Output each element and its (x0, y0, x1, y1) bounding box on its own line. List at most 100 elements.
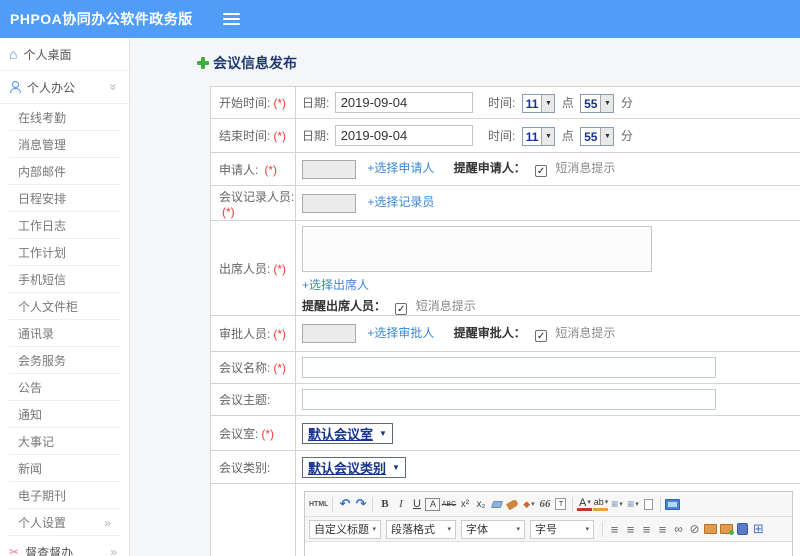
approver-input[interactable] (302, 324, 356, 344)
recorder-input[interactable] (302, 193, 356, 213)
sidebar-item-e-journal[interactable]: 电子期刊 (0, 482, 129, 509)
redo-icon[interactable]: ↷ (353, 495, 368, 513)
paint-format-icon[interactable]: ◆ ▾ (521, 495, 536, 513)
end-hour-select[interactable]: 11 ▼ (521, 127, 556, 147)
minute-unit: 分 (620, 128, 633, 143)
start-date-input[interactable] (334, 91, 473, 113)
sidebar-item-label: 个人桌面 (23, 47, 72, 62)
remove-link-icon[interactable]: ⊘ (687, 520, 702, 538)
sms-checkbox[interactable]: ✓ (535, 165, 548, 178)
dropdown-arrow-icon: ▼ (600, 128, 614, 146)
sidebar-item-supervision[interactable]: ✂ 督查督办 » (0, 536, 129, 556)
insert-media-icon[interactable] (735, 520, 750, 538)
sms-label: 短消息提示 (555, 161, 616, 176)
sidebar-item-contacts[interactable]: 通讯录 (0, 320, 129, 347)
html-source-button[interactable]: HTML (309, 495, 328, 513)
sidebar-item-personal-settings[interactable]: 个人设置 » (0, 509, 129, 536)
sidebar-item-announcement[interactable]: 公告 (0, 374, 129, 401)
select-recorder-link[interactable]: +选择记录员 (367, 195, 434, 209)
unordered-list-icon[interactable]: ≡ ▾ (625, 495, 640, 513)
bold-icon[interactable]: B (377, 495, 392, 513)
sidebar-item-sms[interactable]: 手机短信 (0, 266, 129, 293)
editor-toolbar-row1: HTML ↶ ↷ B I U A ABC x² x₂ ◆ ▾ 66 T A ▾ … (305, 492, 792, 517)
font-size-select[interactable]: 字号 ▾ (530, 519, 594, 539)
eraser-icon[interactable] (489, 495, 504, 513)
undo-icon[interactable]: ↶ (337, 495, 352, 513)
start-minute-select[interactable]: 55 ▼ (580, 94, 615, 114)
dropdown-arrow-icon: ▼ (600, 95, 614, 113)
end-time-label: 结束时间: (*) (210, 118, 296, 153)
insert-image-icon[interactable] (703, 520, 718, 538)
font-color-icon[interactable]: A ▾ (577, 497, 593, 511)
new-page-icon[interactable] (641, 495, 656, 513)
sidebar-item-notice[interactable]: 通知 (0, 401, 129, 428)
start-hour-select[interactable]: 11 ▼ (521, 94, 556, 114)
sidebar-item-personal-desktop[interactable]: ⌂ 个人桌面 (0, 38, 129, 71)
end-date-input[interactable] (334, 124, 473, 146)
time-label: 时间: (488, 128, 516, 143)
editor-content-area[interactable] (305, 542, 792, 556)
chevron-right-icon: » (104, 515, 111, 530)
sidebar-item-internal-mail[interactable]: 内部邮件 (0, 158, 129, 185)
sidebar-item-message-management[interactable]: 消息管理 (0, 131, 129, 158)
font-family-select[interactable]: 字体 ▾ (461, 519, 525, 539)
attendee-label: 出席人员: (*) (210, 220, 296, 316)
meeting-category-select[interactable]: 默认会议类别 ▼ (302, 456, 406, 478)
paragraph-format-select[interactable]: 段落格式 ▾ (386, 519, 456, 539)
recorder-label: 会议记录人员:(*) (210, 185, 296, 221)
upload-image-icon[interactable] (719, 520, 734, 538)
insert-table-icon[interactable]: ⊞ (751, 520, 766, 538)
meeting-category-label: 会议类别: (210, 450, 296, 484)
person-icon (9, 81, 21, 93)
fullscreen-icon[interactable] (665, 495, 681, 513)
sms-checkbox[interactable]: ✓ (535, 329, 548, 342)
sidebar-item-online-attendance[interactable]: 在线考勤 (0, 104, 129, 131)
sidebar-item-personal-office[interactable]: 个人办公 » (0, 71, 129, 104)
underline-icon[interactable]: U (409, 495, 424, 513)
heading-select[interactable]: 自定义标题 ▾ (309, 519, 381, 539)
select-attendee-link[interactable]: +选择出席人 (302, 278, 369, 292)
end-minute-select[interactable]: 55 ▼ (580, 127, 615, 147)
sidebar-item-conference-service[interactable]: 会务服务 (0, 347, 129, 374)
align-center-icon[interactable]: ≡ (623, 520, 638, 538)
chevron-right-icon: » (110, 545, 117, 556)
sms-checkbox[interactable]: ✓ (395, 303, 408, 315)
attendee-textarea[interactable] (302, 226, 652, 272)
strikethrough-icon[interactable]: ABC (441, 495, 456, 513)
subscript-icon[interactable]: x₂ (473, 495, 488, 513)
date-label: 日期: (302, 95, 330, 110)
highlight-color-icon[interactable]: ab ▾ (593, 498, 609, 511)
hamburger-menu-icon[interactable] (222, 10, 240, 28)
meeting-name-input[interactable] (302, 357, 716, 378)
insert-link-icon[interactable]: ∞ (671, 520, 686, 538)
paste-icon[interactable]: T (553, 495, 568, 513)
select-approver-link[interactable]: +选择审批人 (367, 326, 434, 340)
format-brush-icon[interactable] (505, 495, 520, 513)
select-applicant-link[interactable]: +选择申请人 (367, 161, 434, 175)
sms-label: 短消息提示 (415, 299, 476, 313)
meeting-subject-input[interactable] (302, 389, 716, 410)
sidebar-item-schedule[interactable]: 日程安排 (0, 185, 129, 212)
meeting-subject-label: 会议主题: (210, 383, 296, 416)
align-justify-icon[interactable]: ≡ (655, 520, 670, 538)
sidebar-item-work-plan[interactable]: 工作计划 (0, 239, 129, 266)
chevron-down-icon: » (106, 83, 121, 91)
sidebar: ⌂ 个人桌面 个人办公 » 在线考勤 消息管理 内部邮件 日程安排 工作日志 工… (0, 38, 130, 556)
applicant-input[interactable] (302, 159, 356, 179)
align-right-icon[interactable]: ≡ (639, 520, 654, 538)
align-left-icon[interactable]: ≡ (607, 520, 622, 538)
sidebar-item-major-events[interactable]: 大事记 (0, 428, 129, 455)
remind-approver-label: 提醒审批人： (453, 325, 526, 340)
font-style-icon[interactable]: A (425, 497, 441, 511)
meeting-form: 开始时间:(*) 日期: 时间: 11▼ 点 55▼ 分 结束时间:(*) 日期… (210, 86, 800, 556)
ordered-list-icon[interactable]: ≡ ▾ (609, 495, 624, 513)
sidebar-item-news[interactable]: 新闻 (0, 455, 129, 482)
meeting-room-select[interactable]: 默认会议室 ▼ (302, 422, 393, 444)
required-marker: (*) (273, 129, 287, 143)
add-icon (197, 57, 209, 69)
blockquote-icon[interactable]: 66 (537, 495, 552, 513)
sidebar-item-personal-files[interactable]: 个人文件柜 (0, 293, 129, 320)
italic-icon[interactable]: I (393, 495, 408, 513)
superscript-icon[interactable]: x² (457, 495, 472, 513)
sidebar-item-work-log[interactable]: 工作日志 (0, 212, 129, 239)
